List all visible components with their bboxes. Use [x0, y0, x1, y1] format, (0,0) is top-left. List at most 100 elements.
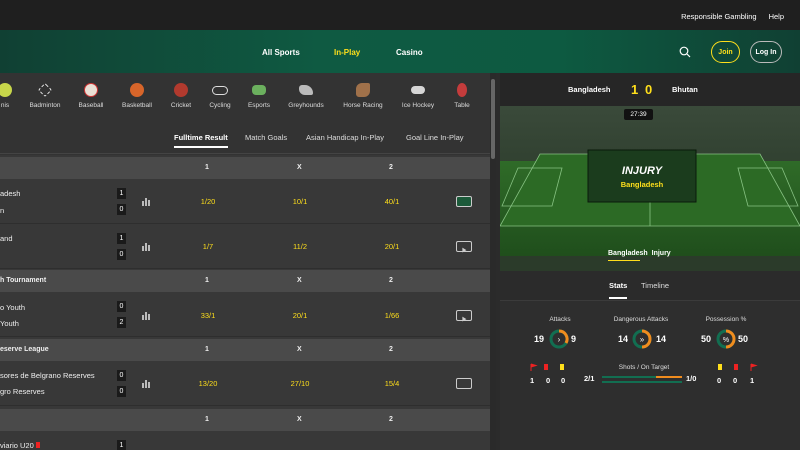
sport-cycling[interactable]: Cycling — [206, 73, 234, 109]
sport-badminton[interactable]: Badminton — [26, 73, 64, 109]
gamepad-icon — [252, 85, 266, 95]
sport-cricket[interactable]: Cricket — [168, 73, 194, 109]
attacks-away: 9 — [571, 334, 577, 344]
nav-all-sports[interactable]: All Sports — [262, 48, 300, 57]
event-row[interactable]: viario U20 1 — [0, 431, 490, 450]
home-score: 1 — [117, 188, 126, 199]
shots-bar — [602, 376, 682, 378]
odds-draw[interactable]: 10/1 — [270, 197, 330, 206]
match-tracker-panel: Bangladesh 1 0 Bhutan 27:39 INJURY Bangl… — [500, 73, 800, 450]
greyhound-icon — [299, 85, 313, 95]
possession-home: 50 — [701, 334, 712, 344]
attacks-home: 19 — [534, 334, 545, 344]
odds-home[interactable]: 33/1 — [178, 311, 238, 320]
odds-home[interactable]: 1/7 — [178, 242, 238, 251]
scrollbar[interactable] — [490, 73, 496, 450]
scrollbar-thumb[interactable] — [491, 79, 495, 159]
odds-draw[interactable]: 11/2 — [270, 242, 330, 251]
home-card-icons — [530, 363, 564, 371]
odds-away[interactable]: 40/1 — [362, 197, 422, 206]
stats-tabs: Stats Timeline — [500, 271, 800, 301]
help-link[interactable]: Help — [769, 12, 784, 21]
attacks-label: Attacks — [549, 316, 571, 323]
home-score: 1 — [631, 82, 639, 97]
possession-ring: % — [716, 329, 736, 349]
event-team: Bangladesh — [620, 180, 664, 189]
hockey-puck-icon — [411, 86, 425, 94]
join-button[interactable]: Join — [711, 41, 740, 63]
event-row[interactable]: o Youth Youth 0 2 33/1 20/1 1/66 — [0, 292, 490, 337]
play-video-icon[interactable] — [456, 241, 472, 253]
event-row[interactable]: adesh n 1 0 1/20 10/1 40/1 — [0, 179, 490, 224]
away-team: gro Reserves — [0, 387, 45, 396]
odds-home[interactable]: 13/20 — [178, 379, 238, 388]
play-video-icon[interactable] — [456, 310, 472, 322]
tab-asian-handicap[interactable]: Asian Handicap In-Play — [306, 133, 384, 142]
away-score: 0 — [117, 386, 126, 397]
odds-away[interactable]: 15/4 — [362, 379, 422, 388]
dangerous-attacks-ring: » — [632, 329, 652, 349]
login-button[interactable]: Log In — [750, 41, 782, 63]
event-row[interactable]: and 1 0 1/7 11/2 20/1 — [0, 224, 490, 269]
competition-header[interactable]: 1 X 2 — [0, 409, 490, 431]
odds-home[interactable]: 1/20 — [178, 197, 238, 206]
home-corners: 1 — [530, 376, 535, 385]
dangerous-home: 14 — [618, 334, 629, 344]
match-clock: 27:39 — [624, 109, 653, 120]
away-score: 0 — [645, 82, 653, 97]
horse-icon — [356, 83, 370, 97]
away-score: 0 — [117, 249, 126, 260]
responsible-gambling-link[interactable]: Responsible Gambling — [681, 12, 756, 21]
sport-baseball[interactable]: Baseball — [76, 73, 106, 109]
event-ticker: Bangladesh Injury — [608, 250, 671, 257]
search-icon[interactable] — [679, 46, 691, 58]
home-team: viario U20 — [0, 441, 40, 450]
away-card-icons — [718, 363, 758, 371]
tab-stats[interactable]: Stats — [609, 281, 628, 299]
sport-table-tennis[interactable]: Table — [450, 73, 474, 109]
cricket-ball-icon — [174, 83, 188, 97]
tab-timeline[interactable]: Timeline — [641, 281, 669, 290]
odds-draw[interactable]: 27/10 — [270, 379, 330, 388]
svg-text:›: › — [558, 335, 561, 344]
sport-greyhounds[interactable]: Greyhounds — [286, 73, 326, 109]
home-score: 1 — [117, 233, 126, 244]
stats-bars-icon[interactable] — [141, 378, 151, 388]
competition-header[interactable]: h Tournament 1 X 2 — [0, 270, 490, 292]
pitch-view-icon[interactable] — [456, 196, 472, 207]
sport-tennis[interactable]: nis — [0, 73, 18, 109]
sport-ice-hockey[interactable]: Ice Hockey — [398, 73, 438, 109]
sport-horse-racing[interactable]: Horse Racing — [340, 73, 386, 109]
nav-casino[interactable]: Casino — [396, 48, 423, 57]
tab-goal-line[interactable]: Goal Line In-Play — [406, 133, 464, 142]
possession-away: 50 — [738, 334, 749, 344]
tab-match-goals[interactable]: Match Goals — [245, 133, 287, 142]
event-row[interactable]: sores de Belgrano Reserves gro Reserves … — [0, 361, 490, 406]
shots-away: 1/0 — [686, 374, 697, 383]
in-play-events-panel: nis Badminton Baseball Basketball Cricke… — [0, 73, 490, 450]
home-team-name: Bangladesh — [568, 85, 611, 94]
sport-esports[interactable]: Esports — [246, 73, 272, 109]
stats-bars-icon[interactable] — [141, 310, 151, 320]
away-score: 2 — [117, 317, 126, 328]
tab-fulltime-result[interactable]: Fulltime Result — [174, 133, 228, 148]
competition-header[interactable]: 1 X 2 — [0, 157, 490, 179]
attacks-ring: › — [549, 329, 569, 349]
svg-text:»: » — [640, 335, 645, 344]
red-card-icon — [35, 442, 40, 448]
pitch-view-icon[interactable] — [456, 378, 472, 389]
home-score: 1 — [117, 440, 126, 450]
ticker-underline — [608, 260, 640, 261]
sport-basketball[interactable]: Basketball — [120, 73, 154, 109]
odds-away[interactable]: 1/66 — [362, 311, 422, 320]
stats-bars-icon[interactable] — [141, 241, 151, 251]
home-score: 0 — [117, 370, 126, 381]
odds-draw[interactable]: 20/1 — [270, 311, 330, 320]
baseball-icon — [84, 83, 98, 97]
stats-bars-icon[interactable] — [141, 196, 151, 206]
competition-header[interactable]: eserve League 1 X 2 — [0, 339, 490, 361]
market-tabs: Fulltime Result Match Goals Asian Handic… — [0, 119, 490, 155]
nav-in-play[interactable]: In-Play — [334, 48, 360, 57]
away-team: Youth — [0, 319, 19, 328]
odds-away[interactable]: 20/1 — [362, 242, 422, 251]
